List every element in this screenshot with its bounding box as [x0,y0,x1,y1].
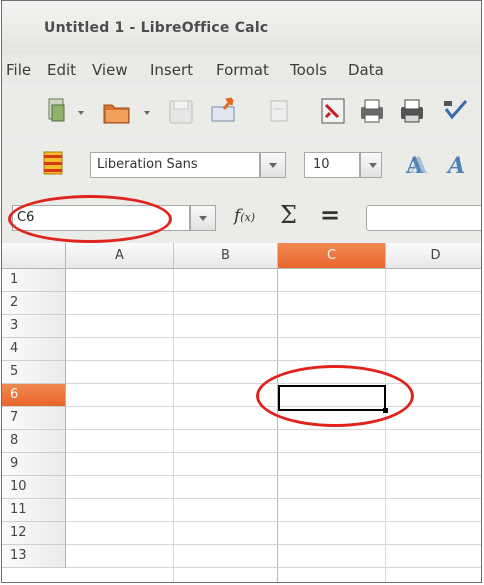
font-name-dropdown-icon[interactable] [260,152,286,178]
print-preview-icon[interactable] [398,97,426,125]
grid-line [66,406,481,407]
grid-line [173,269,174,582]
spreadsheet-grid[interactable]: A B C D 1 2 3 4 5 6 7 8 9 10 11 12 13 [2,243,481,582]
row-header-5[interactable]: 5 [2,361,66,384]
menu-insert[interactable]: Insert [150,61,193,79]
row-header-9[interactable]: 9 [2,453,66,476]
grid-line [66,452,481,453]
grid-line [277,269,278,582]
spellcheck-icon[interactable] [442,99,482,123]
menu-format[interactable]: Format [216,61,269,79]
export-pdf-icon[interactable] [320,97,346,125]
save-icon[interactable] [168,97,194,125]
print-icon[interactable] [358,97,386,125]
menu-tools[interactable]: Tools [290,61,327,79]
menu-view[interactable]: View [92,61,128,79]
standard-toolbar [2,87,481,137]
title-bar: Untitled 1 - LibreOffice Calc [2,1,481,55]
column-header-d[interactable]: D [386,243,481,269]
grid-line [66,498,481,499]
font-size-dropdown-icon[interactable] [360,152,382,178]
row-header-7[interactable]: 7 [2,407,66,430]
grid-line [66,314,481,315]
app-window: Untitled 1 - LibreOffice Calc File Edit … [1,0,482,583]
name-box[interactable]: C6 [12,205,190,231]
row-header-11[interactable]: 11 [2,499,66,522]
grid-line [66,429,481,430]
formula-icon[interactable]: = [320,201,340,229]
row-header-8[interactable]: 8 [2,430,66,453]
edit-file-icon[interactable] [268,99,290,125]
new-dropdown-icon[interactable] [78,111,84,115]
grid-line [385,269,386,582]
column-header-c[interactable]: C [278,243,386,269]
font-size-box[interactable]: 10 [304,152,360,178]
italic-icon[interactable]: A [442,151,472,179]
grid-line [66,475,481,476]
active-cell-cursor[interactable] [278,385,388,413]
fill-handle[interactable] [383,408,388,413]
bold-icon[interactable]: A A [402,151,432,179]
select-all-corner[interactable] [2,243,66,269]
menu-data[interactable]: Data [348,61,384,79]
menu-bar: File Edit View Insert Format Tools Data [2,55,481,83]
row-header-3[interactable]: 3 [2,315,66,338]
grid-line [66,383,481,384]
sum-icon[interactable]: Σ [280,201,297,229]
grid-line [66,544,481,545]
column-header-b[interactable]: B [174,243,278,269]
grid-line [66,521,481,522]
formula-input[interactable] [366,205,481,231]
name-box-dropdown-icon[interactable] [190,205,216,231]
export-icon[interactable] [210,95,240,125]
row-header-2[interactable]: 2 [2,292,66,315]
column-header-a[interactable]: A [66,243,174,269]
menu-edit[interactable]: Edit [47,61,76,79]
grid-line [66,337,481,338]
svg-text:A: A [409,153,428,179]
styles-icon[interactable] [40,149,66,179]
window-title: Untitled 1 - LibreOffice Calc [44,20,269,36]
font-name-box[interactable]: Liberation Sans [90,152,260,178]
fx-sub-label: (x) [240,211,256,224]
function-wizard-icon[interactable]: f(x) [234,206,255,226]
open-folder-icon[interactable] [102,97,132,125]
grid-line [66,360,481,361]
new-document-icon[interactable] [46,97,70,125]
grid-line [66,567,481,568]
row-header-10[interactable]: 10 [2,476,66,499]
grid-line [66,291,481,292]
row-header-12[interactable]: 12 [2,522,66,545]
svg-text:A: A [446,153,465,179]
menu-file[interactable]: File [6,61,31,79]
row-header-4[interactable]: 4 [2,338,66,361]
row-header-13[interactable]: 13 [2,545,66,568]
row-header-1[interactable]: 1 [2,269,66,292]
open-dropdown-icon[interactable] [144,111,150,115]
row-header-6[interactable]: 6 [2,384,66,407]
